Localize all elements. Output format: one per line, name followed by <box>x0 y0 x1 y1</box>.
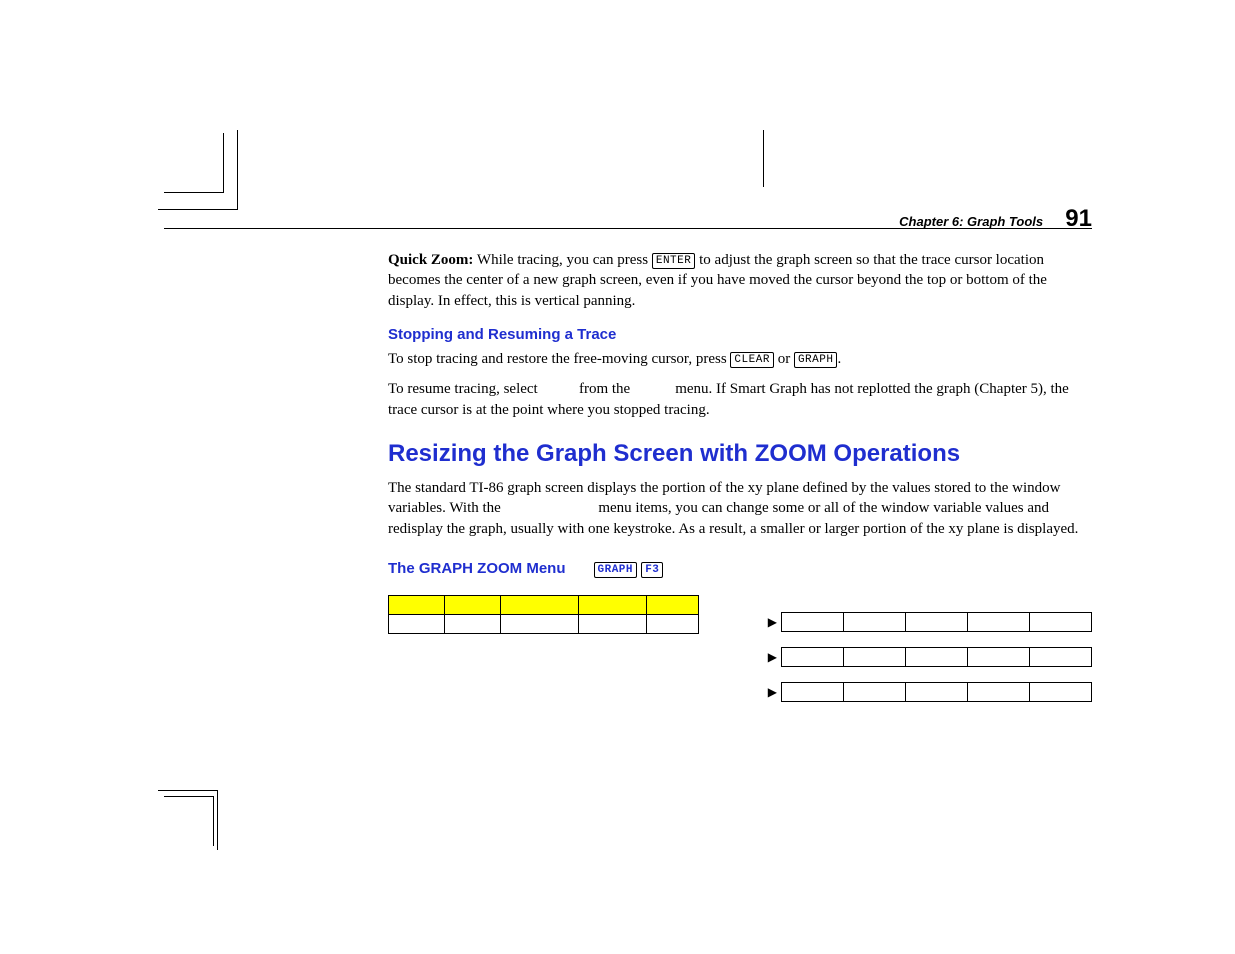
arrow-icon: ▶ <box>768 649 777 665</box>
menu-cell <box>1030 683 1092 702</box>
menu-cell <box>782 613 844 632</box>
stop-end: . <box>837 351 841 367</box>
menu-cell <box>968 683 1030 702</box>
stopping-heading: Stopping and Resuming a Trace <box>388 325 1092 345</box>
header-rule <box>164 228 1092 229</box>
page-content: Quick Zoom: While tracing, you can press… <box>388 250 1092 579</box>
submenu-row-1: ▶ <box>768 612 1092 632</box>
menu-cell <box>968 613 1030 632</box>
resize-heading: Resizing the Graph Screen with ZOOM Oper… <box>388 438 1092 470</box>
quick-zoom-label: Quick Zoom: <box>388 252 473 268</box>
menu-cell <box>906 613 968 632</box>
left-menu-block <box>388 595 698 634</box>
menu-cell <box>782 648 844 667</box>
menu-cell <box>844 648 906 667</box>
menu-cell <box>906 648 968 667</box>
crop-mark-top-tick <box>763 130 764 187</box>
stop-l1a: To stop tracing and restore the free-mov… <box>388 351 730 367</box>
menu-cell <box>389 615 445 634</box>
table-row <box>389 596 699 615</box>
chapter-title: Chapter 6: Graph Tools <box>899 214 1043 229</box>
resize-body: The standard TI-86 graph screen displays… <box>388 478 1092 539</box>
qz-t1: While tracing, you can press <box>473 252 651 268</box>
page-header: Chapter 6: Graph Tools 91 <box>899 203 1092 235</box>
crop-mark-top-left-inner <box>164 133 224 193</box>
zoom-menu-keys: GRAPH F3 <box>594 559 664 579</box>
menu-cell <box>445 615 501 634</box>
table-row <box>782 648 1092 667</box>
stop-or: or <box>774 351 794 367</box>
arrow-icon: ▶ <box>768 684 777 700</box>
menu-cell <box>445 596 501 615</box>
menu-cell <box>501 615 579 634</box>
quick-zoom-paragraph: Quick Zoom: While tracing, you can press… <box>388 250 1092 311</box>
graph-key-2: GRAPH <box>594 562 638 578</box>
crop-mark-bottom-left-inner <box>164 796 214 846</box>
submenu-row-2: ▶ <box>768 647 1092 667</box>
menu-cell <box>844 613 906 632</box>
stopping-line2: To resume tracing, select from the menu.… <box>388 379 1092 420</box>
menu-cell <box>647 615 699 634</box>
menu-cell <box>389 596 445 615</box>
clear-key: CLEAR <box>730 352 774 368</box>
submenu-table <box>781 612 1092 632</box>
menu-cell <box>968 648 1030 667</box>
stopping-line1: To stop tracing and restore the free-mov… <box>388 349 1092 369</box>
menu-cell <box>1030 613 1092 632</box>
f3-key: F3 <box>641 562 663 578</box>
submenu-table <box>781 647 1092 667</box>
arrow-icon: ▶ <box>768 614 777 630</box>
graph-zoom-menu-table <box>388 595 699 634</box>
menu-cell <box>579 615 647 634</box>
menu-cell <box>1030 648 1092 667</box>
table-row <box>782 613 1092 632</box>
enter-key: ENTER <box>652 253 696 269</box>
submenu-table <box>781 682 1092 702</box>
zoom-menu-heading-row: The GRAPH ZOOM Menu GRAPH F3 <box>388 559 1092 579</box>
submenu-row-3: ▶ <box>768 682 1092 702</box>
menu-cell <box>501 596 579 615</box>
menu-cell <box>579 596 647 615</box>
right-menu-stack: ▶ ▶ <box>768 612 1092 717</box>
graph-key: GRAPH <box>794 352 838 368</box>
menu-tables: ▶ ▶ <box>388 595 1092 634</box>
menu-cell <box>844 683 906 702</box>
table-row <box>782 683 1092 702</box>
menu-cell <box>906 683 968 702</box>
menu-cell <box>647 596 699 615</box>
zoom-menu-title: The GRAPH ZOOM Menu <box>388 559 566 579</box>
table-row <box>389 615 699 634</box>
menu-cell <box>782 683 844 702</box>
